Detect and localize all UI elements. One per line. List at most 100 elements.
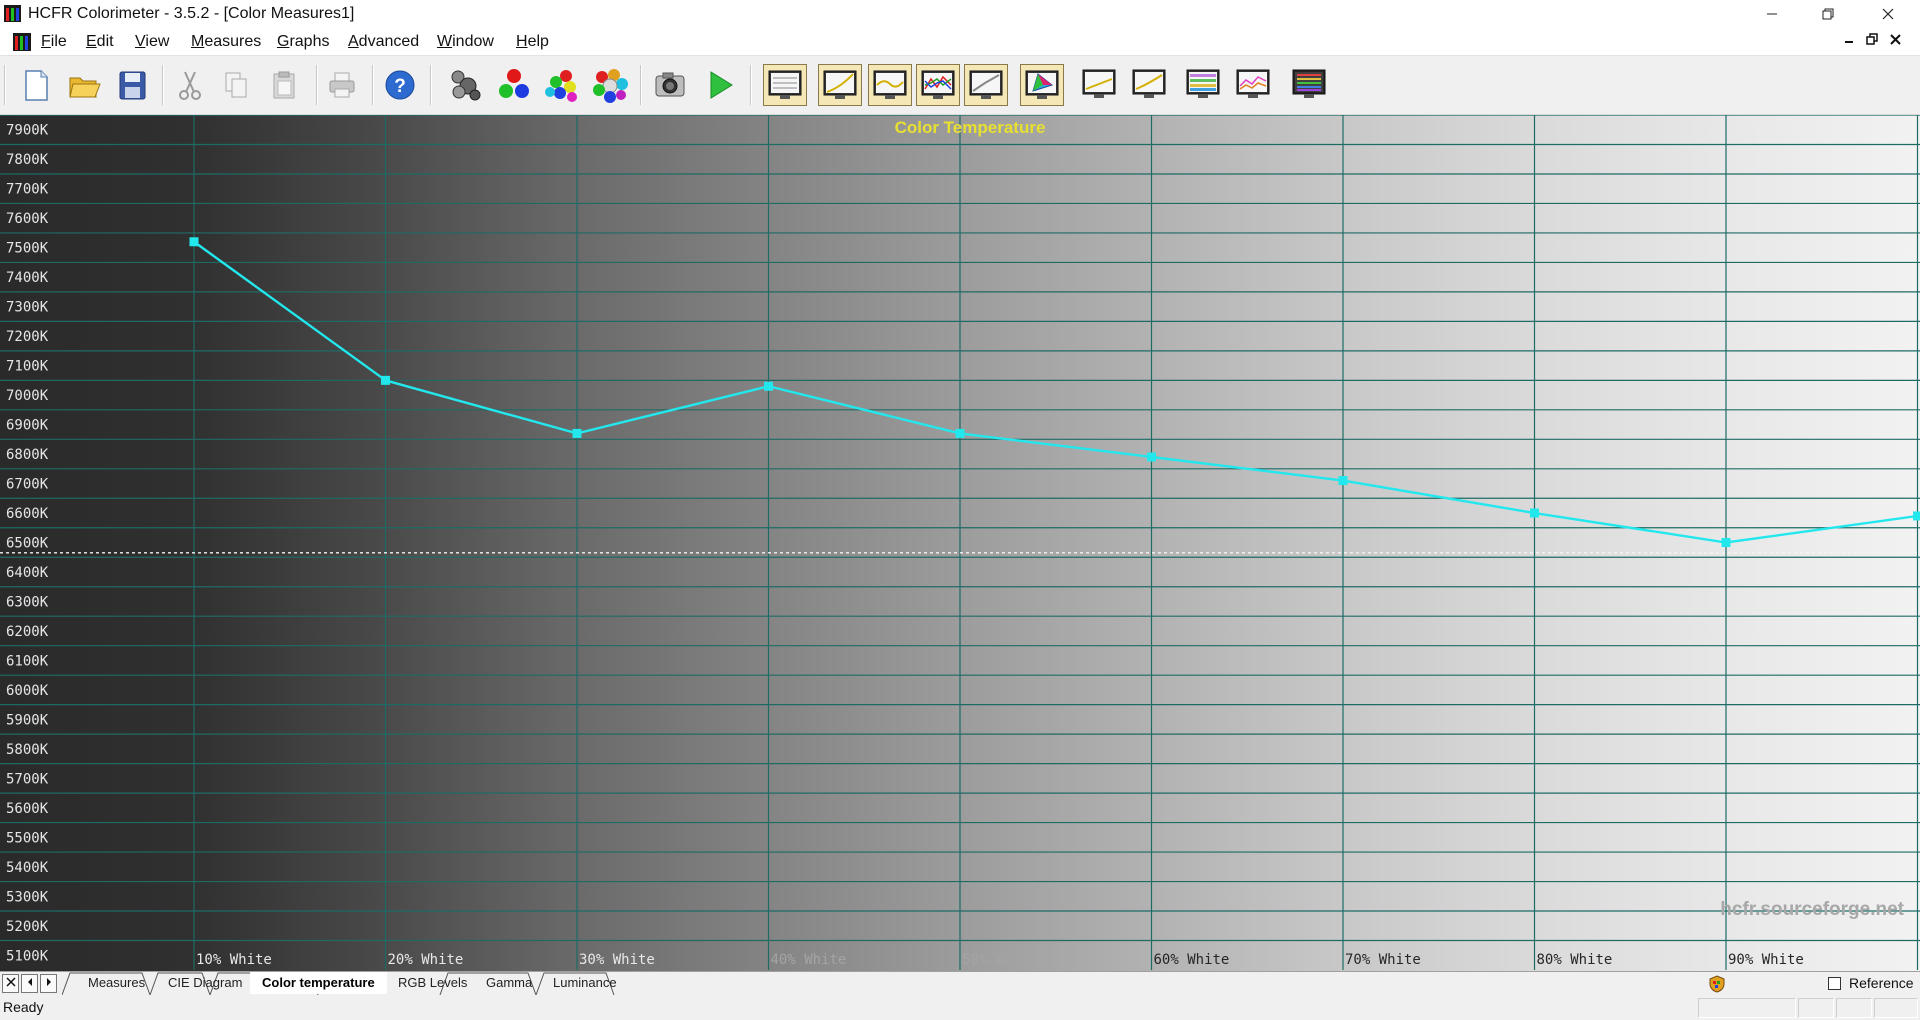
tab-cie-diagram[interactable]: CIE Diagram: [156, 972, 254, 994]
paste-button[interactable]: [262, 64, 306, 106]
reference-checkbox[interactable]: Reference: [1828, 975, 1914, 991]
menu-help[interactable]: Help: [516, 33, 549, 51]
tab-measures[interactable]: Measures: [76, 972, 157, 994]
y-tick-label: 6400K: [6, 565, 49, 581]
x-tick-label: 60% White: [1154, 952, 1230, 968]
monitor-measures-icon: [768, 70, 802, 99]
view-luminance-button[interactable]: [964, 64, 1008, 106]
status-text: Ready: [3, 999, 44, 1015]
help-button[interactable]: ?: [378, 64, 422, 106]
chevron-right-icon: [46, 978, 51, 986]
x-tick-label: 30% White: [579, 952, 655, 968]
y-tick-label: 7300K: [6, 300, 49, 316]
sensor-icon: [451, 70, 481, 101]
x-axis-labels: 10% White 20% White 30% White 40% White 50% …: [196, 952, 1804, 968]
tab-rgb-levels[interactable]: RGB Levels: [386, 972, 479, 994]
cut-icon: [179, 71, 201, 100]
menu-measures[interactable]: Measures: [191, 33, 261, 51]
color-measure-button[interactable]: [540, 64, 584, 106]
monitor-luminance-icon: [969, 70, 1003, 99]
x-tick-label: 10% White: [196, 952, 272, 968]
monitor-yellow2-icon: [1132, 69, 1166, 98]
view-measures-button[interactable]: [763, 64, 807, 106]
menu-bar: File Edit View Measures Graphs Advanced …: [0, 28, 1920, 56]
view-yellow2-button[interactable]: [1128, 64, 1172, 106]
tab-next-button[interactable]: [40, 974, 57, 993]
minimize-icon: [1767, 13, 1777, 15]
monitor-curve-icon: [873, 70, 907, 99]
y-tick-label: 6300K: [6, 594, 49, 610]
mdi-restore-button[interactable]: [1863, 32, 1881, 49]
y-tick-label: 7100K: [6, 359, 49, 375]
sensor-button[interactable]: [442, 64, 486, 106]
y-tick-label: 7800K: [6, 152, 49, 168]
tab-close-button[interactable]: [2, 974, 19, 993]
save-button[interactable]: [110, 64, 154, 106]
save-icon: [119, 71, 146, 100]
window-title: HCFR Colorimeter - 3.5.2 - [Color Measur…: [28, 5, 355, 22]
y-tick-label: 7600K: [6, 211, 49, 227]
print-icon: [329, 72, 355, 98]
view-rgb-button[interactable]: [916, 64, 960, 106]
x-tick-label: 50% White: [962, 952, 1038, 968]
x-tick-label: 40% White: [771, 952, 847, 968]
run-button[interactable]: [698, 64, 742, 106]
menu-file[interactable]: File: [41, 33, 67, 51]
y-axis-labels: 7900K 7800K 7700K 7600K 7500K 7400K 7300K 7200K…: [6, 123, 49, 965]
document-logo-icon: [13, 33, 31, 51]
mdi-minimize-button[interactable]: [1840, 32, 1858, 49]
new-button[interactable]: [14, 64, 58, 106]
view-gamma-button[interactable]: [818, 64, 862, 106]
monitor-spectrum-icon: [1292, 69, 1326, 98]
view-cie-button[interactable]: [1020, 64, 1064, 106]
menu-graphs[interactable]: Graphs: [277, 33, 329, 51]
view-spectrum-button[interactable]: [1288, 64, 1332, 106]
mdi-close-button[interactable]: [1886, 32, 1904, 49]
view-curve-button[interactable]: [868, 64, 912, 106]
rgb-balls-icon: [499, 69, 529, 98]
restore-button[interactable]: [1800, 0, 1856, 28]
checkbox-box[interactable]: [1828, 977, 1841, 990]
grid-measure-button[interactable]: [588, 64, 632, 106]
view-bars-button[interactable]: [1182, 64, 1226, 106]
menu-edit[interactable]: Edit: [86, 33, 114, 51]
status-pane: [1836, 998, 1872, 1018]
status-pane: [1798, 998, 1834, 1018]
toolbar-separator: [162, 65, 164, 105]
monitor-levels-icon: [1236, 69, 1270, 98]
camera-button[interactable]: [648, 64, 692, 106]
y-tick-label: 7700K: [6, 182, 49, 198]
data-point: [955, 428, 965, 438]
toolbar-separator: [316, 65, 318, 105]
view-yellow-button[interactable]: [1078, 64, 1122, 106]
shield-icon[interactable]: [1708, 975, 1726, 993]
cut-button[interactable]: [168, 64, 212, 106]
rgb-measure-button[interactable]: [492, 64, 536, 106]
open-button[interactable]: [62, 64, 106, 106]
color-grid-icon: [593, 69, 628, 103]
view-levels-button[interactable]: [1232, 64, 1276, 106]
menu-window[interactable]: Window: [437, 33, 494, 51]
menu-view[interactable]: View: [135, 33, 169, 51]
chart-area: 7900K 7800K 7700K 7600K 7500K 7400K 7300K 7200K…: [0, 115, 1920, 971]
chevron-left-icon: [27, 978, 32, 986]
print-button[interactable]: [320, 64, 364, 106]
menu-advanced[interactable]: Advanced: [348, 33, 419, 51]
toolbar-separator: [372, 65, 374, 105]
tab-color-temperature[interactable]: Color temperature: [250, 972, 387, 994]
copy-button[interactable]: [214, 64, 258, 106]
tab-prev-button[interactable]: [21, 974, 38, 993]
y-tick-label: 7000K: [6, 388, 49, 404]
copy-icon: [225, 72, 247, 98]
y-tick-label: 6500K: [6, 536, 49, 552]
watermark: hcfr.sourceforge.net: [1720, 899, 1904, 920]
close-button[interactable]: [1860, 0, 1916, 28]
y-tick-label: 5900K: [6, 712, 49, 728]
tab-luminance[interactable]: Luminance: [541, 972, 629, 994]
help-icon: ?: [385, 70, 415, 100]
tab-gamma[interactable]: Gamma: [474, 972, 544, 994]
y-tick-label: 7400K: [6, 270, 49, 286]
data-point: [381, 375, 390, 385]
minimize-button[interactable]: [1744, 0, 1800, 28]
restore-icon: [1866, 33, 1878, 45]
